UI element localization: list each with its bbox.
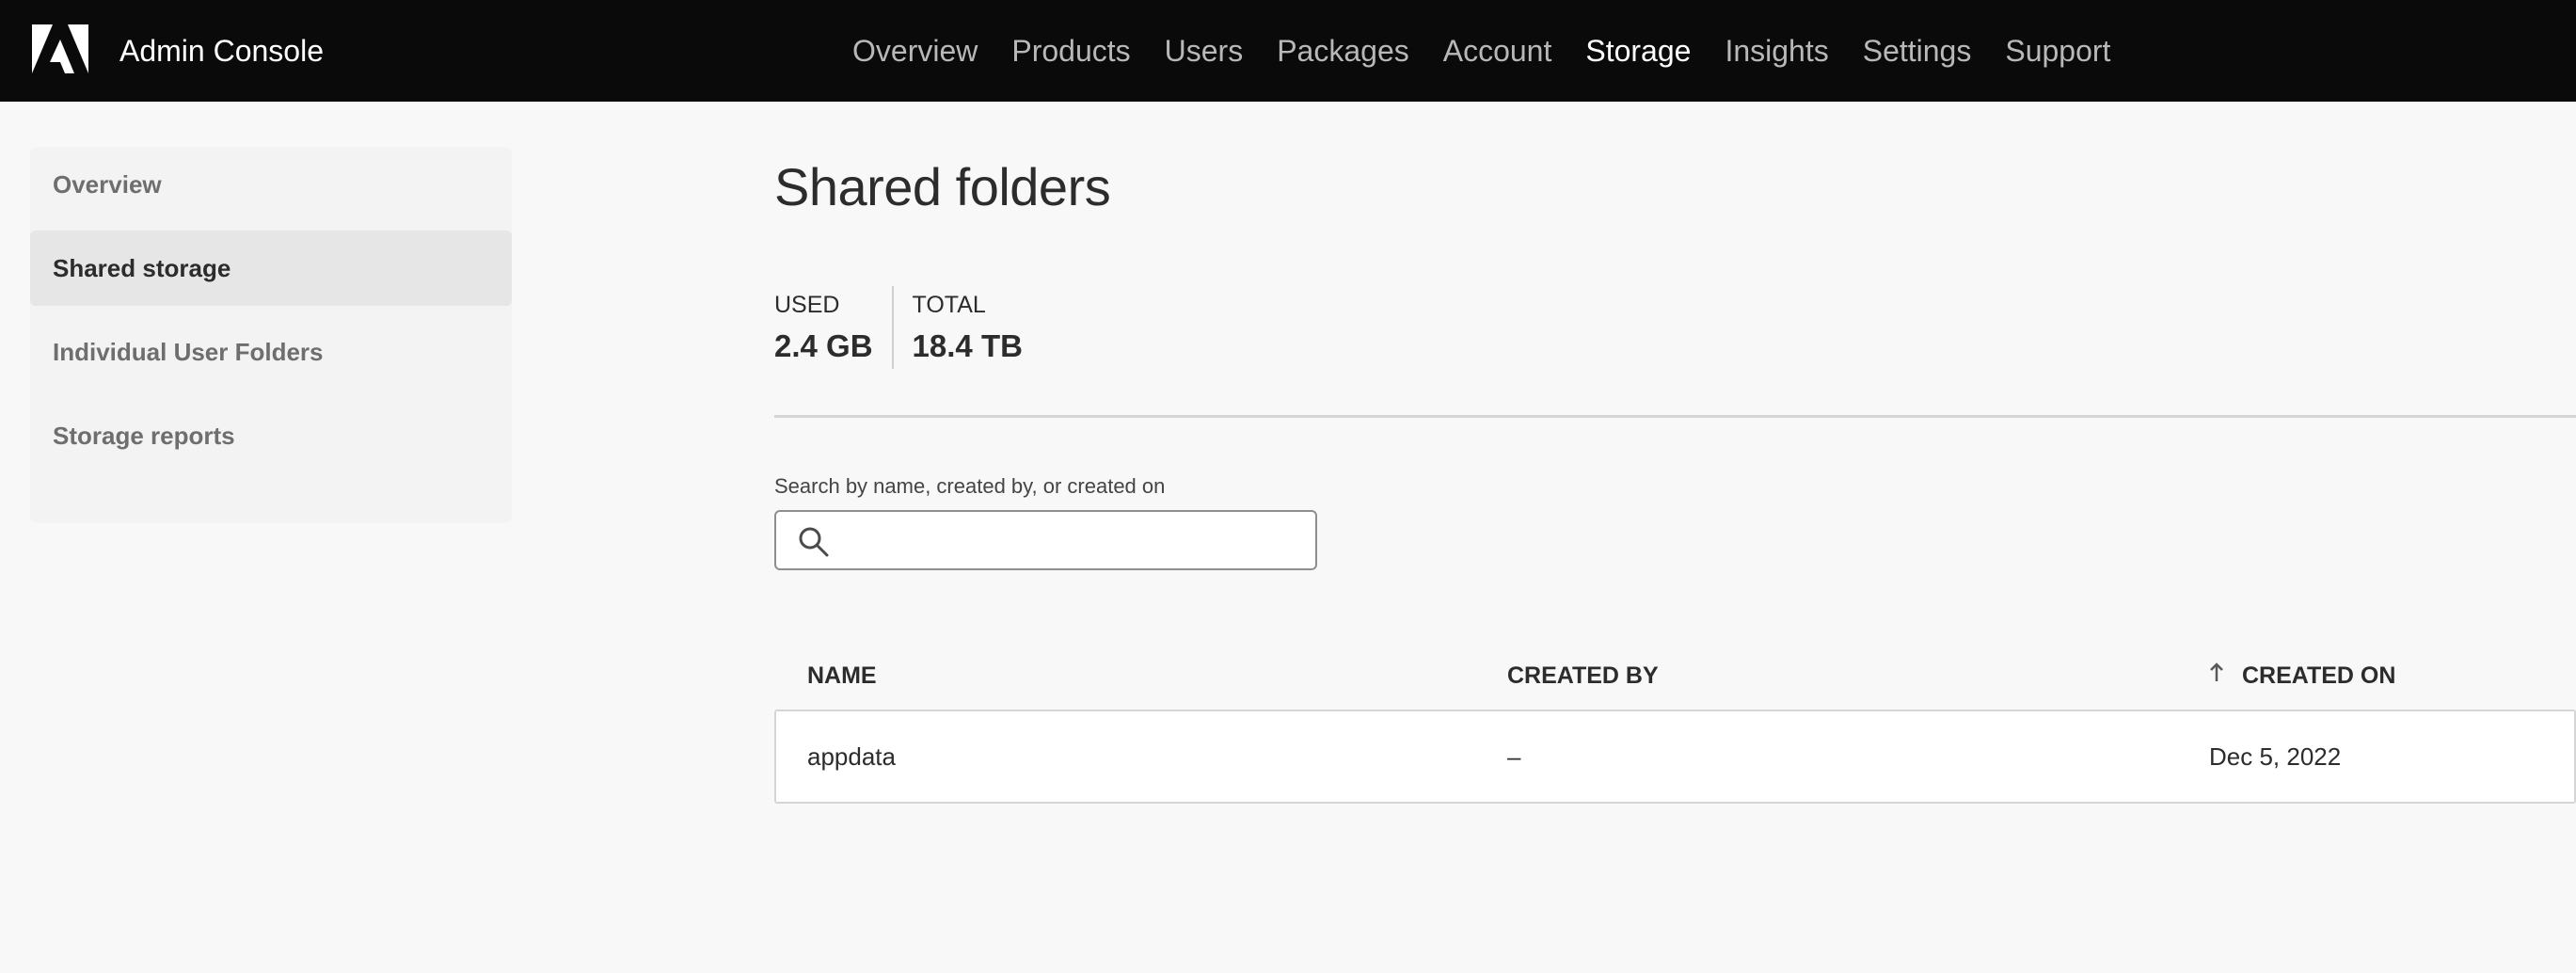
arrow-up-icon[interactable] [2207,661,2226,687]
nav-item-insights[interactable]: Insights [1725,34,1828,69]
sidebar: Overview Shared storage Individual User … [30,147,512,523]
nav-item-account[interactable]: Account [1443,34,1552,69]
nav-item-storage[interactable]: Storage [1585,34,1691,69]
nav-item-settings[interactable]: Settings [1863,34,1972,69]
shared-folders-table: NAME CREATED BY CREATED ON appdata – Dec… [774,647,2576,804]
table-row[interactable]: appdata – Dec 5, 2022 [776,711,2574,802]
column-header-created-by[interactable]: CREATED BY [1507,662,1659,690]
sidebar-item-overview[interactable]: Overview [30,147,512,222]
search-input[interactable] [842,518,1303,563]
sidebar-item-storage-reports[interactable]: Storage reports [30,398,512,473]
nav-item-support[interactable]: Support [2005,34,2110,69]
nav-item-products[interactable]: Products [1011,34,1130,69]
main-nav: Overview Products Users Packages Account… [852,0,2144,102]
stat-used-value: 2.4 GB [774,328,873,363]
section-divider [774,415,2576,418]
cell-created-by: – [1507,742,1521,771]
sidebar-item-individual-user-folders[interactable]: Individual User Folders [30,314,512,390]
cell-created-on: Dec 5, 2022 [2209,742,2342,771]
nav-item-packages[interactable]: Packages [1277,34,1409,69]
column-header-name[interactable]: NAME [807,662,877,690]
stat-total: TOTAL 18.4 TB [891,286,1042,369]
search-label: Search by name, created by, or created o… [774,474,1166,498]
search-icon [799,527,829,557]
nav-item-overview[interactable]: Overview [852,34,978,69]
storage-stats: USED 2.4 GB TOTAL 18.4 TB [774,286,1042,369]
stat-total-value: 18.4 TB [912,328,1023,363]
search-field[interactable] [774,510,1317,570]
adobe-logo-icon[interactable] [32,24,88,73]
table-header: NAME CREATED BY CREATED ON [774,647,2576,710]
table-body: appdata – Dec 5, 2022 [774,710,2576,804]
column-header-created-on[interactable]: CREATED ON [2242,662,2395,690]
top-navigation-bar: Admin Console Overview Products Users Pa… [0,0,2576,102]
sidebar-item-shared-storage[interactable]: Shared storage [30,231,512,306]
nav-item-users[interactable]: Users [1165,34,1244,69]
cell-name: appdata [807,742,896,771]
stat-used-label: USED [774,292,840,318]
page-title: Shared folders [774,157,1111,216]
app-title[interactable]: Admin Console [119,0,324,102]
stat-total-label: TOTAL [912,292,986,318]
stat-used: USED 2.4 GB [774,286,892,369]
